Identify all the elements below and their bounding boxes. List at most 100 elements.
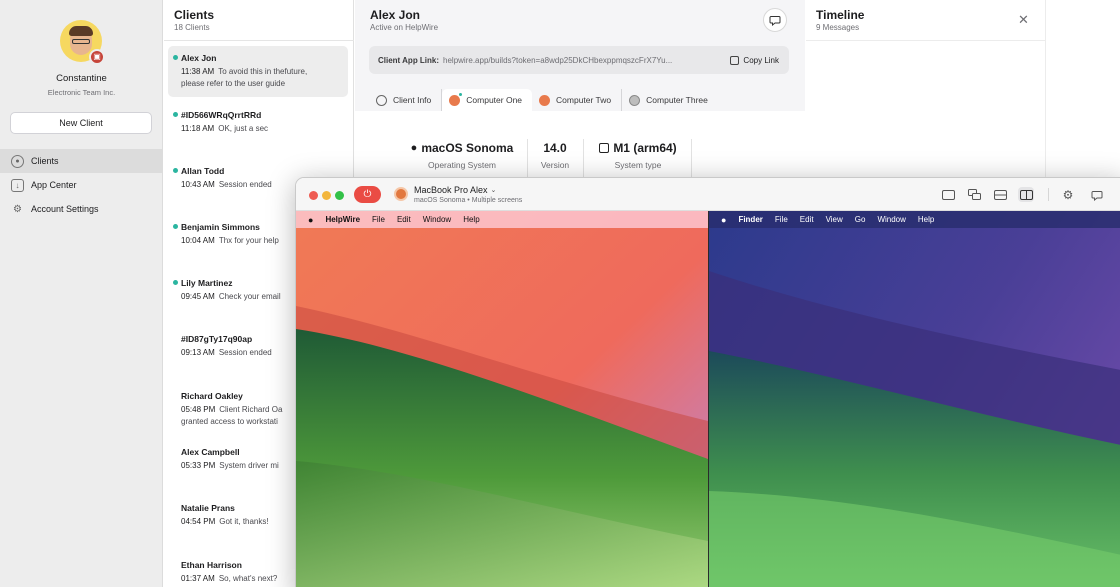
menu-item[interactable]: Finder xyxy=(738,215,762,224)
windows-icon xyxy=(629,94,641,106)
client-name: Benjamin Simmons xyxy=(181,222,260,232)
client-message: Thx for your help xyxy=(218,236,279,245)
chat-button[interactable] xyxy=(763,8,787,32)
remote-screen-2[interactable]: ● Finder File Edit View Go Window Help xyxy=(709,211,1120,587)
settings-button[interactable]: ⚙ xyxy=(1060,187,1076,202)
machine-subtitle: macOS Sonoma • Multiple screens xyxy=(414,197,523,204)
client-name: Ethan Harrison xyxy=(181,560,242,570)
spec-system-value-row: M1 (arm64) xyxy=(593,141,683,155)
zoom-window-button[interactable] xyxy=(335,191,344,200)
new-client-button[interactable]: New Client xyxy=(10,112,152,134)
divider xyxy=(806,40,1046,41)
spec-label: Operating System xyxy=(427,160,497,170)
client-name: Lily Martinez xyxy=(181,278,233,288)
tab-label: Computer Three xyxy=(646,95,708,105)
list-item[interactable]: #ID566WRqQrrtRRd 11:18 AM OK, just a sec xyxy=(168,103,348,142)
avatar-glasses xyxy=(72,39,90,44)
avatar-status-icon: ▣ xyxy=(89,49,105,65)
client-message: So, what's next? xyxy=(218,574,278,583)
single-screen-icon xyxy=(941,189,955,200)
tab-client-info[interactable]: Client Info xyxy=(369,89,443,111)
side-by-side-screens-icon xyxy=(1019,189,1033,200)
apple-icon[interactable]: ● xyxy=(308,215,313,225)
minimize-window-button[interactable] xyxy=(322,191,331,200)
stacked-screens-icon xyxy=(993,189,1007,200)
gear-icon: ⚙ xyxy=(13,203,22,215)
menu-item[interactable]: HelpWire xyxy=(325,215,360,224)
client-message: Client Richard Oa xyxy=(219,405,283,414)
online-indicator xyxy=(173,280,178,285)
close-icon[interactable]: ✕ xyxy=(1018,13,1029,26)
spec-label: Version xyxy=(540,160,570,170)
download-icon: ↓ xyxy=(11,178,24,192)
copy-link-button[interactable]: Copy Link xyxy=(730,55,779,65)
client-message: System driver mi xyxy=(219,461,279,470)
machine-selector[interactable]: MacBook Pro Alex ⌄ xyxy=(414,185,496,195)
tab-computer-three[interactable]: Computer Three xyxy=(622,89,718,111)
single-screen-view-button[interactable] xyxy=(940,187,956,202)
remote-toolbar: ⏻ MacBook Pro Alex ⌄ macOS Sonoma • Mult… xyxy=(296,178,1120,211)
divider xyxy=(1048,188,1049,201)
spec-version: 14.0 Version xyxy=(535,141,575,170)
link-value[interactable]: helpwire.app/builds?token=a8wdp25DkCHbex… xyxy=(443,56,724,65)
client-name: #ID566WRqQrrtRRd xyxy=(181,110,262,120)
tab-computer-one[interactable]: Computer One xyxy=(442,89,533,111)
mac-menu-bar: ● HelpWire File Edit Window Help xyxy=(296,211,708,228)
user-name: Constantine xyxy=(56,73,107,84)
person-icon: ● xyxy=(11,154,24,168)
client-name-row: Allan Todd xyxy=(173,166,342,176)
tab-label: Client Info xyxy=(393,95,432,105)
tab-label: Computer One xyxy=(466,95,523,105)
client-name: Allan Todd xyxy=(181,166,225,176)
tab-label: Computer Two xyxy=(556,95,612,105)
client-name: #ID87gTy17q90ap xyxy=(181,334,253,344)
sidebar-item-clients[interactable]: ● Clients xyxy=(0,149,163,173)
chevron-down-icon: ⌄ xyxy=(490,187,497,194)
tab-computer-two[interactable]: Computer Two xyxy=(532,89,623,111)
clients-count: 18 Clients xyxy=(174,23,210,32)
macos-icon xyxy=(449,91,464,106)
overlap-screens-icon xyxy=(967,189,981,200)
online-indicator xyxy=(458,91,464,97)
menu-item[interactable]: Edit xyxy=(800,215,814,224)
sidebar-item-account-settings[interactable]: ⚙ Account Settings xyxy=(0,197,163,221)
timeline-title: Timeline xyxy=(816,8,865,22)
spec-value: M1 (arm64) xyxy=(613,141,677,155)
close-window-button[interactable] xyxy=(309,191,318,200)
client-name: Alex Jon xyxy=(181,53,217,63)
power-icon: ⏻ xyxy=(363,189,372,200)
wallpaper-image xyxy=(296,211,708,587)
remote-session-window: ⏻ MacBook Pro Alex ⌄ macOS Sonoma • Mult… xyxy=(295,177,1120,587)
person-icon xyxy=(376,94,387,106)
side-by-side-screens-view-button[interactable] xyxy=(1018,187,1034,202)
apple-icon[interactable]: ● xyxy=(721,215,726,225)
spec-value: macOS Sonoma xyxy=(421,141,514,155)
client-name: Richard Oakley xyxy=(181,391,243,401)
menu-item[interactable]: Help xyxy=(918,215,934,224)
client-name: Alex Campbell xyxy=(181,447,240,457)
menu-item[interactable]: Window xyxy=(877,215,905,224)
client-time: 09:13 AM xyxy=(181,348,215,357)
remote-screen-1[interactable]: ● HelpWire File Edit Window Help xyxy=(296,211,708,587)
menu-item[interactable]: Go xyxy=(855,215,866,224)
menu-item[interactable]: Help xyxy=(463,215,479,224)
sidebar-nav: ● Clients ↓ App Center ⚙ Account Setting… xyxy=(0,149,163,221)
client-message-extra: please refer to the user guide xyxy=(181,79,286,88)
menu-item[interactable]: Window xyxy=(423,215,451,224)
divider xyxy=(164,40,354,41)
chat-button[interactable] xyxy=(1089,187,1105,202)
menu-item[interactable]: File xyxy=(775,215,788,224)
stacked-screens-view-button[interactable] xyxy=(992,187,1008,202)
online-indicator xyxy=(173,224,178,229)
menu-item[interactable]: View xyxy=(826,215,843,224)
client-time: 11:18 AM xyxy=(181,124,215,133)
sidebar-item-app-center[interactable]: ↓ App Center xyxy=(0,173,163,197)
client-time: 11:38 AM xyxy=(181,67,215,76)
client-time: 05:48 PM xyxy=(181,405,216,414)
end-session-button[interactable]: ⏻ xyxy=(354,186,381,203)
list-item[interactable]: Alex Jon 11:38 AM To avoid this in thefut… xyxy=(168,46,348,97)
overlap-screens-view-button[interactable] xyxy=(966,187,982,202)
menu-item[interactable]: File xyxy=(372,215,385,224)
spec-system-type: M1 (arm64) System type xyxy=(593,141,683,170)
menu-item[interactable]: Edit xyxy=(397,215,411,224)
